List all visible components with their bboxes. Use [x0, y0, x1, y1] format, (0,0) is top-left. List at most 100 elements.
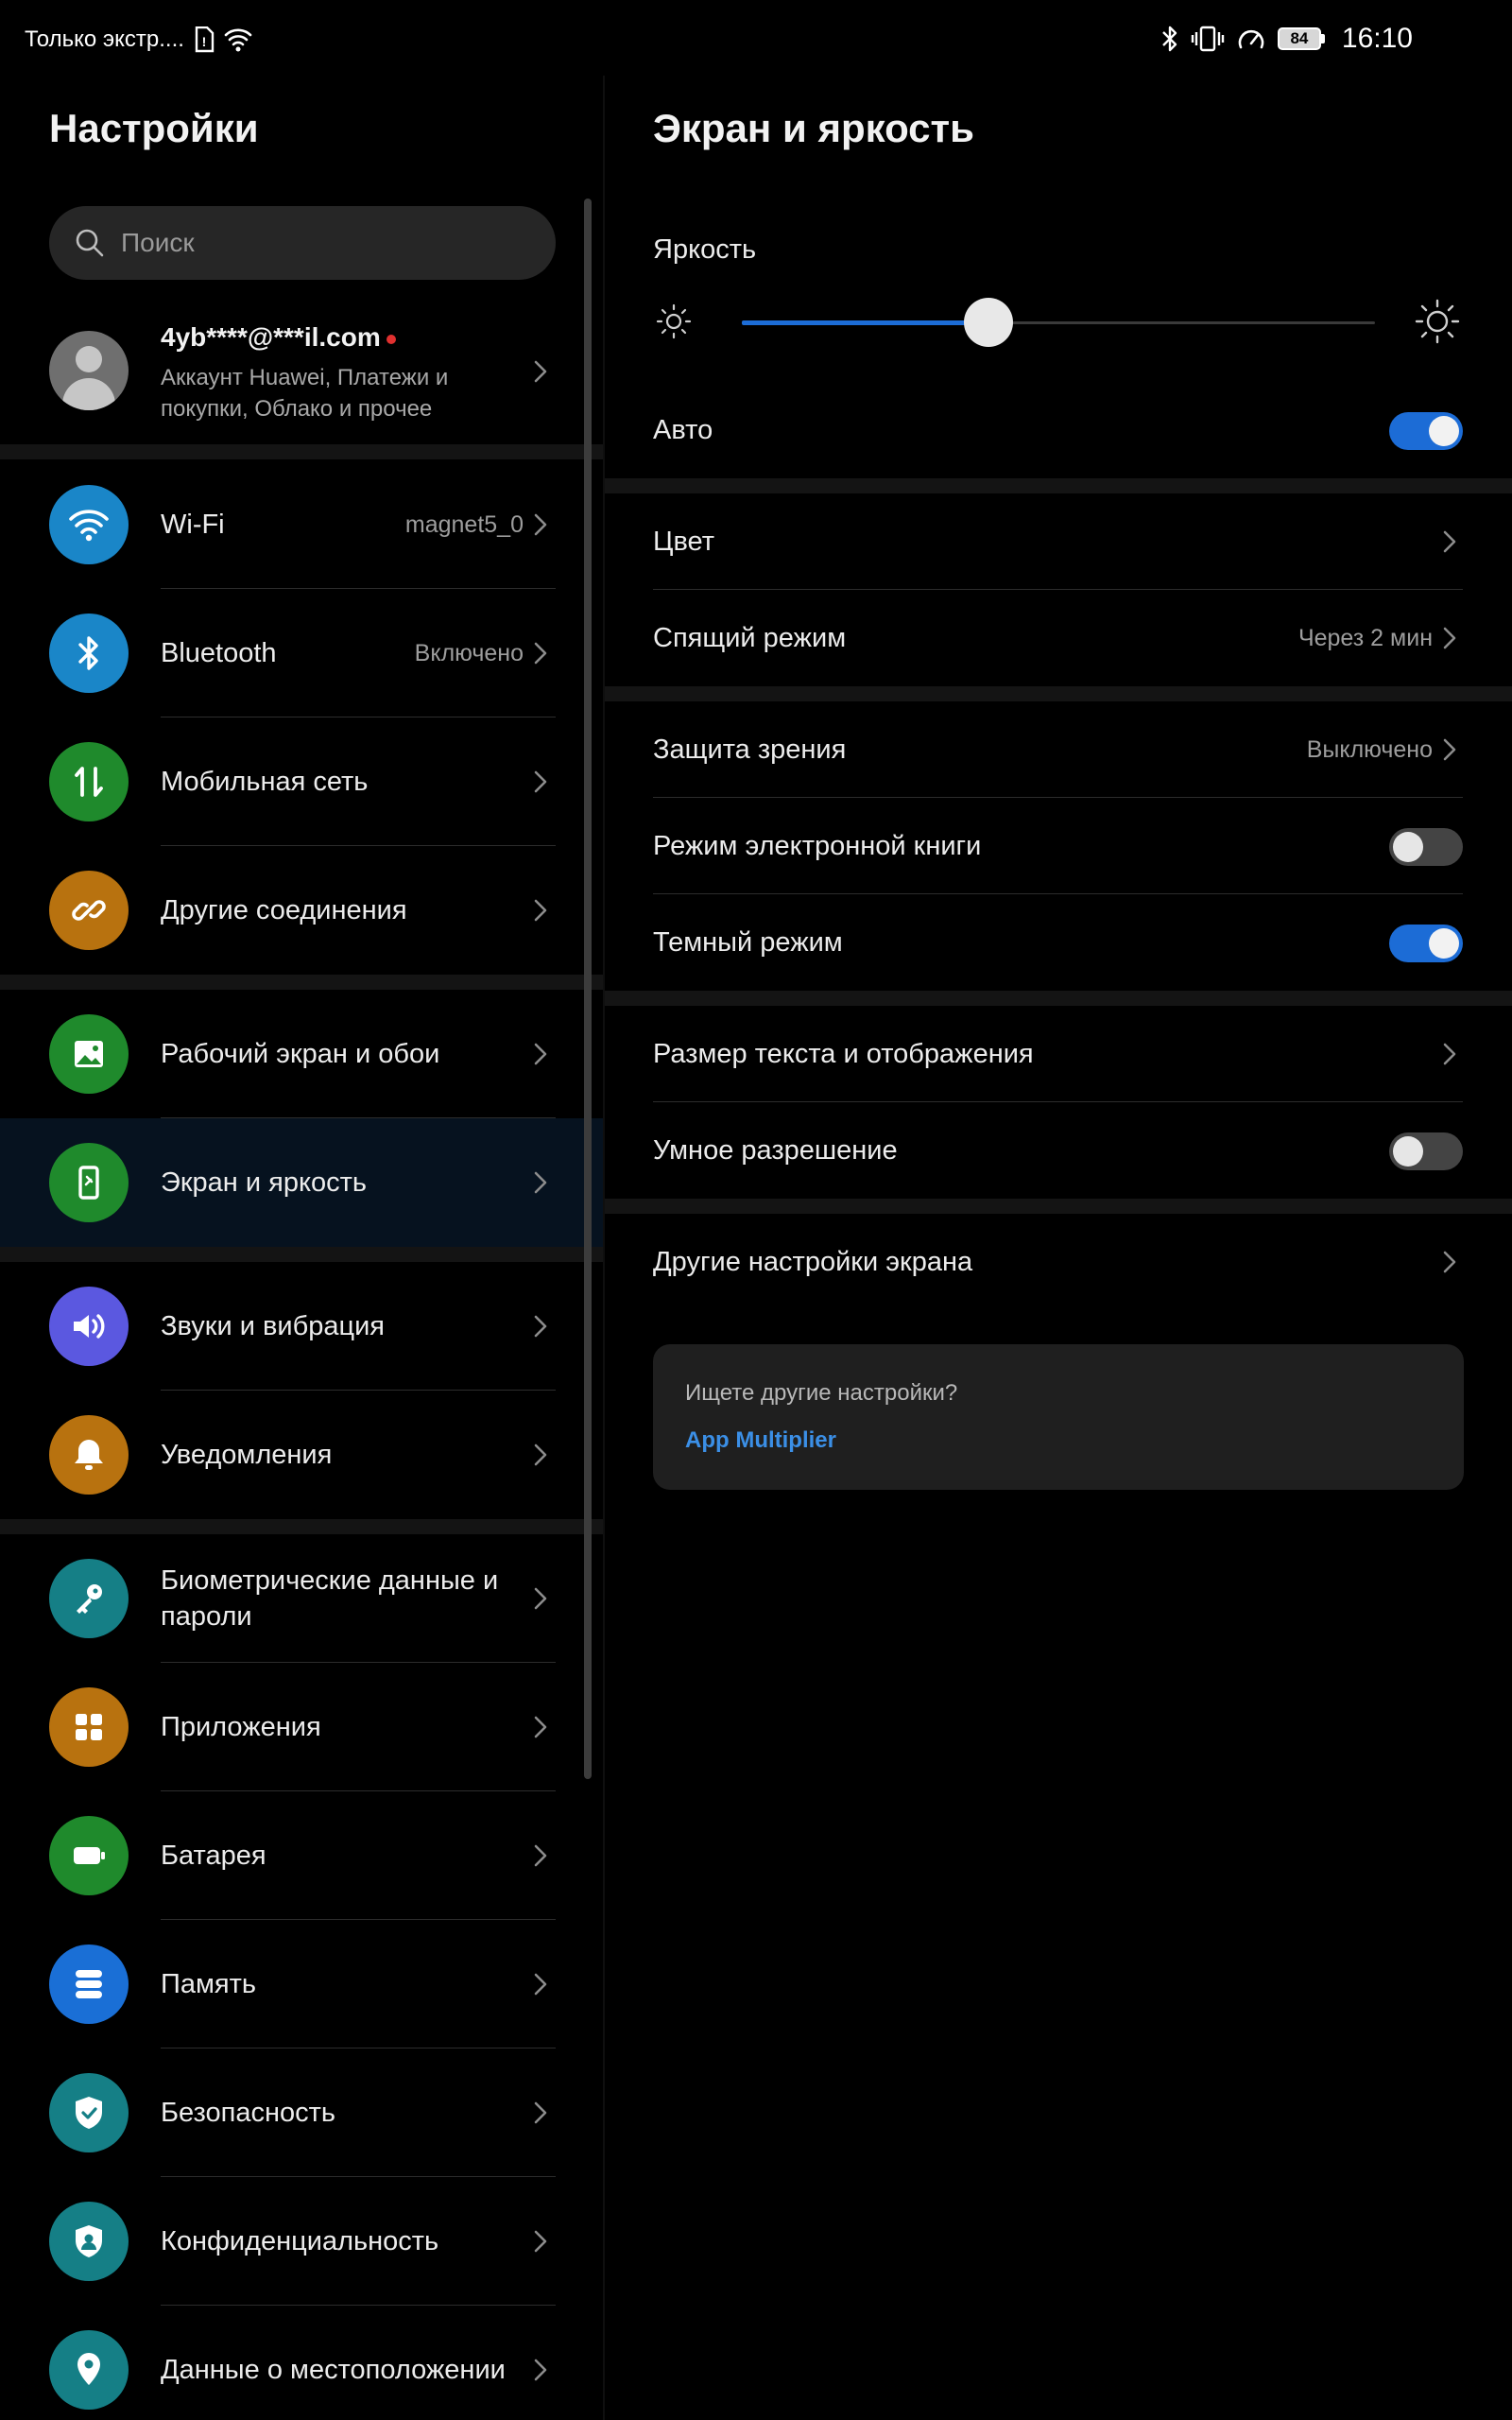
sidebar-item-label: Мобильная сеть — [161, 767, 369, 797]
slider-fill — [742, 320, 989, 325]
chevron-right-icon — [534, 1171, 547, 1194]
sidebar-item-label: Батарея — [161, 1841, 266, 1871]
smart-resolution-label: Умное разрешение — [653, 1134, 898, 1166]
sidebar-item-apps[interactable]: Приложения — [0, 1663, 603, 1791]
chevron-right-icon — [534, 360, 547, 383]
section-gap — [605, 686, 1512, 701]
sidebar-item-sound[interactable]: Звуки и вибрация — [0, 1262, 603, 1391]
chevron-right-icon — [534, 1315, 547, 1338]
more-display-settings-label: Другие настройки экрана — [653, 1246, 973, 1277]
chevron-right-icon — [534, 1587, 547, 1610]
chevron-right-icon — [534, 1844, 547, 1867]
suggestion-question: Ищете другие настройки? — [685, 1380, 958, 1406]
brightness-high-icon — [1415, 299, 1460, 344]
color-label: Цвет — [653, 526, 714, 557]
smart-resolution-toggle[interactable] — [1389, 1132, 1463, 1170]
eye-comfort-value: Выключено — [1306, 735, 1433, 763]
chevron-right-icon — [534, 1716, 547, 1738]
chevron-right-icon — [534, 2230, 547, 2253]
section-gap — [605, 991, 1512, 1006]
account-row[interactable]: 4yb****@***il.com Аккаунт Huawei, Платеж… — [0, 307, 603, 440]
section-gap — [0, 1519, 603, 1534]
sidebar-item-label: Приложения — [161, 1712, 321, 1742]
sidebar-item-key[interactable]: Биометрические данные и пароли — [0, 1534, 603, 1663]
app-multiplier-link[interactable]: App Multiplier — [685, 1427, 836, 1454]
shield-icon — [49, 2073, 129, 2152]
sidebar-item-label: Конфиденциальность — [161, 2226, 439, 2256]
ebook-mode-row[interactable]: Режим электронной книги — [605, 798, 1512, 894]
sidebar-item-mobile-network[interactable]: Мобильная сеть — [0, 717, 603, 846]
ebook-mode-label: Режим электронной книги — [653, 830, 982, 861]
slider-thumb[interactable] — [964, 298, 1014, 347]
chevron-right-icon — [534, 1043, 547, 1065]
search-bar[interactable] — [49, 206, 556, 280]
sidebar-item-privacy[interactable]: Конфиденциальность — [0, 2177, 603, 2306]
chevron-right-icon — [534, 642, 547, 665]
account-email: 4yb****@***il.com — [161, 322, 396, 353]
sleep-label: Спящий режим — [653, 622, 847, 653]
section-gap — [605, 478, 1512, 493]
ebook-mode-toggle[interactable] — [1389, 828, 1463, 866]
sidebar-item-wallpaper[interactable]: Рабочий экран и обои — [0, 990, 603, 1118]
sidebar-item-label: Уведомления — [161, 1440, 333, 1470]
sidebar-item-bluetooth[interactable]: Bluetooth Включено — [0, 589, 603, 717]
battery-icon — [49, 1816, 129, 1895]
eye-comfort-row[interactable]: Защита зрения Выключено — [605, 701, 1512, 798]
dark-mode-row[interactable]: Темный режим — [605, 894, 1512, 991]
auto-brightness-label: Авто — [653, 414, 713, 445]
search-input[interactable] — [121, 228, 518, 258]
auto-brightness-toggle[interactable] — [1389, 412, 1463, 450]
chevron-right-icon — [534, 2101, 547, 2124]
sidebar-item-wifi[interactable]: Wi-Fi magnet5_0 — [0, 460, 603, 589]
text-size-row[interactable]: Размер текста и отображения — [605, 1006, 1512, 1102]
sleep-row[interactable]: Спящий режим Через 2 мин — [605, 590, 1512, 686]
section-gap — [0, 444, 603, 459]
sidebar-item-location[interactable]: Данные о местоположении — [0, 2306, 603, 2420]
sidebar-item-label: Биометрические данные и пароли — [161, 1565, 499, 1632]
sound-icon — [49, 1287, 129, 1366]
smart-resolution-row[interactable]: Умное разрешение — [605, 1102, 1512, 1199]
sidebar-item-shield[interactable]: Безопасность — [0, 2048, 603, 2177]
sidebar-item-storage[interactable]: Память — [0, 1920, 603, 2048]
settings-list-panel: Настройки 4yb****@***il.com Аккаунт Huaw… — [0, 0, 603, 2420]
key-icon — [49, 1559, 129, 1638]
auto-brightness-row[interactable]: Авто — [605, 382, 1512, 478]
suggestion-card: Ищете другие настройки? App Multiplier — [653, 1344, 1464, 1490]
sidebar-item-label: Безопасность — [161, 2098, 335, 2128]
sidebar-item-display[interactable]: Экран и яркость — [0, 1118, 603, 1247]
sidebar-item-link[interactable]: Другие соединения — [0, 846, 603, 975]
brightness-low-icon — [656, 303, 692, 339]
page-title: Настройки — [49, 106, 259, 150]
sidebar-item-label: Звуки и вибрация — [161, 1311, 385, 1341]
apps-icon — [49, 1687, 129, 1767]
storage-icon — [49, 1945, 129, 2024]
location-icon — [49, 2330, 129, 2410]
sidebar-item-bell[interactable]: Уведомления — [0, 1391, 603, 1519]
more-display-settings-row[interactable]: Другие настройки экрана — [605, 1214, 1512, 1310]
color-row[interactable]: Цвет — [605, 493, 1512, 590]
sidebar-item-value: Включено — [414, 639, 524, 666]
bell-icon — [49, 1415, 129, 1495]
chevron-right-icon — [534, 1443, 547, 1466]
sidebar-item-value: magnet5_0 — [404, 510, 524, 538]
chevron-right-icon — [1443, 1251, 1456, 1273]
account-subtitle: Аккаунт Huawei, Платежи и покупки, Облак… — [161, 365, 449, 422]
bluetooth-icon — [49, 614, 129, 693]
chevron-right-icon — [1443, 738, 1456, 761]
chevron-right-icon — [534, 770, 547, 793]
chevron-right-icon — [1443, 1043, 1456, 1065]
chevron-right-icon — [534, 513, 547, 536]
scrollbar[interactable] — [584, 199, 592, 1779]
sidebar-item-label: Экран и яркость — [161, 1167, 367, 1198]
dark-mode-toggle[interactable] — [1389, 925, 1463, 962]
link-icon — [49, 871, 129, 950]
display-icon — [49, 1143, 129, 1222]
detail-title: Экран и яркость — [653, 106, 974, 150]
section-gap — [605, 1199, 1512, 1214]
sidebar-item-battery[interactable]: Батарея — [0, 1791, 603, 1920]
sleep-value: Через 2 мин — [1297, 624, 1433, 651]
brightness-slider[interactable] — [605, 293, 1512, 350]
eye-comfort-label: Защита зрения — [653, 734, 847, 765]
wifi-icon — [49, 485, 129, 564]
chevron-right-icon — [1443, 627, 1456, 649]
